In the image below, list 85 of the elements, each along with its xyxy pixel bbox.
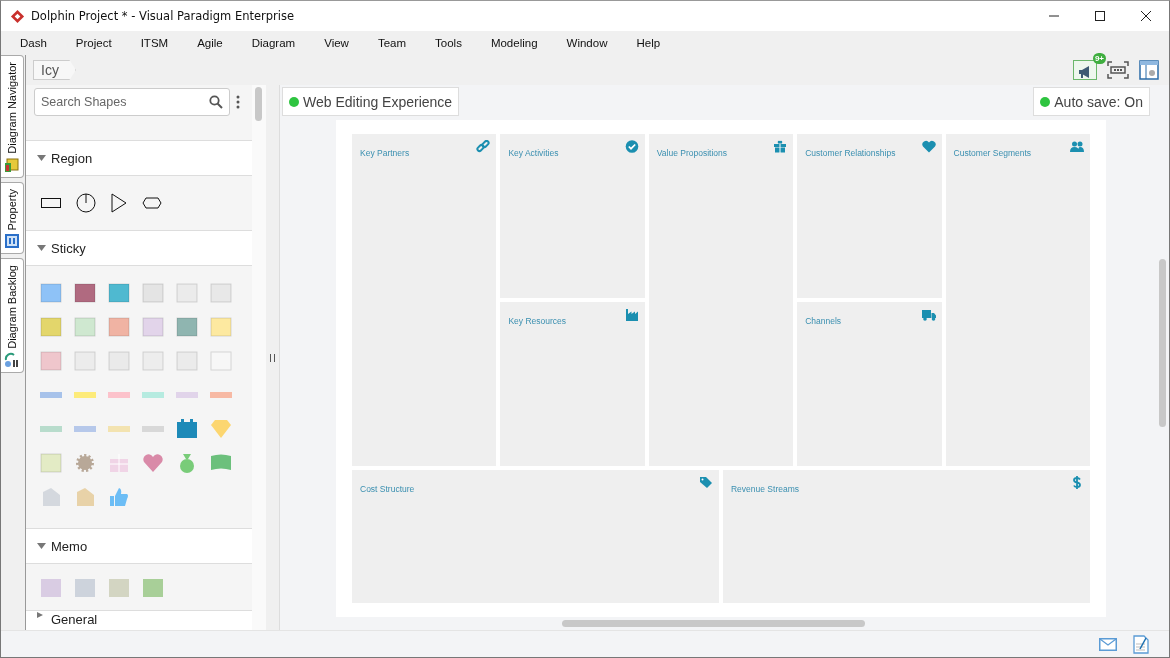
menu-item[interactable]: Diagram xyxy=(251,37,296,49)
menu-item[interactable]: Dash xyxy=(20,37,47,49)
search-icon[interactable] xyxy=(209,95,223,109)
status-pill[interactable]: Auto save: On xyxy=(1033,87,1150,116)
sticky-note-icon[interactable] xyxy=(74,283,96,303)
sticky-note-icon[interactable] xyxy=(108,283,130,303)
tag-icon[interactable] xyxy=(40,487,62,507)
splitter-handle[interactable] xyxy=(270,353,275,362)
palette-section-header[interactable]: Sticky xyxy=(26,230,252,266)
more-options-icon[interactable] xyxy=(236,95,240,109)
circle-shape-icon[interactable] xyxy=(76,193,96,213)
block-title: Key Activities xyxy=(508,148,559,158)
rectangle-shape-icon[interactable] xyxy=(41,197,61,209)
menu-item[interactable]: View xyxy=(324,37,349,49)
property-sheet-icon xyxy=(4,233,20,250)
window-title: Dolphin Project * - Visual Paradigm Enterprise xyxy=(31,9,295,23)
side-tab[interactable]: Diagram Navigator xyxy=(1,55,24,178)
truck-icon xyxy=(921,308,936,321)
maximize-icon[interactable] xyxy=(1094,10,1106,22)
block-title: Value Propositions xyxy=(656,148,728,158)
factory-icon xyxy=(624,308,639,321)
status-pill[interactable]: Web Editing Experience xyxy=(282,87,460,116)
menu-item[interactable]: Project xyxy=(75,37,112,49)
sticky-note-icon[interactable] xyxy=(176,317,198,337)
scrollbar-thumb[interactable] xyxy=(562,620,865,627)
gear-icon[interactable] xyxy=(74,453,96,473)
sticky-note-icon[interactable] xyxy=(108,317,130,337)
palette-section-header[interactable]: Memo xyxy=(26,528,252,564)
calendar-icon[interactable] xyxy=(176,419,198,439)
people-icon xyxy=(1070,140,1084,153)
menu-item[interactable]: Modeling xyxy=(490,37,538,49)
check-icon xyxy=(624,140,639,153)
menu-item[interactable]: Window xyxy=(566,37,608,49)
notification-badge: 9+ xyxy=(1092,53,1106,64)
heart-icon xyxy=(921,140,936,153)
fit-diagram-icon[interactable] xyxy=(1107,61,1129,79)
caret-icon[interactable] xyxy=(37,543,46,549)
block-title: Key Resources xyxy=(508,316,567,326)
status-label: Auto save: On xyxy=(1054,93,1143,110)
side-tab[interactable]: Diagram Backlog xyxy=(1,258,24,374)
memo-note-icon[interactable] xyxy=(74,578,96,598)
block-title: Customer Segments xyxy=(953,148,1032,158)
palette-section-header[interactable]: General xyxy=(26,610,252,630)
menu-item[interactable]: ITSM xyxy=(140,37,169,49)
dollar-icon xyxy=(1070,476,1084,489)
folder-stack-icon xyxy=(4,156,20,173)
block-title: Key Partners xyxy=(360,148,410,158)
backlog-icon xyxy=(4,352,20,369)
search-field[interactable]: Search Shapes xyxy=(34,88,230,116)
layout-panel-icon[interactable] xyxy=(1139,60,1159,80)
breadcrumb[interactable]: Icy xyxy=(33,60,76,80)
block-title: Channels xyxy=(805,316,842,326)
block-title: Customer Relationships xyxy=(805,148,896,158)
block-title: Revenue Streams xyxy=(731,484,800,494)
diamond-icon[interactable] xyxy=(210,419,232,439)
memo-note-icon[interactable] xyxy=(142,578,164,598)
close-icon[interactable] xyxy=(1140,10,1152,22)
mail-icon[interactable] xyxy=(1099,637,1117,651)
gift-icon xyxy=(773,140,788,153)
memo-note-icon[interactable] xyxy=(108,578,130,598)
menu-item[interactable]: Help xyxy=(636,37,661,49)
app-logo-icon xyxy=(10,8,25,24)
tag-icon xyxy=(699,476,713,489)
palette-section-header[interactable]: Region xyxy=(26,140,252,176)
caret-icon[interactable] xyxy=(37,245,46,251)
hexagon-shape-icon[interactable] xyxy=(142,197,162,209)
heart-icon[interactable] xyxy=(142,453,164,473)
tag-icon[interactable] xyxy=(74,487,96,507)
memo-note-icon[interactable] xyxy=(40,578,62,598)
thumbs-up-icon[interactable] xyxy=(108,487,130,507)
triangle-shape-icon[interactable] xyxy=(111,193,127,213)
block-title: Cost Structure xyxy=(360,484,415,494)
menu-item[interactable]: Tools xyxy=(435,37,462,49)
caret-icon[interactable] xyxy=(37,155,46,161)
announcement-button[interactable] xyxy=(1073,60,1097,80)
status-label: Web Editing Experience xyxy=(303,93,453,110)
menu-item[interactable]: Agile xyxy=(197,37,223,49)
scrollbar-thumb[interactable] xyxy=(1159,259,1166,427)
sticky-note-icon[interactable] xyxy=(40,283,62,303)
side-tab[interactable]: Property xyxy=(1,181,24,255)
link-icon xyxy=(476,140,491,153)
scrollbar-thumb[interactable] xyxy=(255,87,262,121)
document-edit-icon[interactable] xyxy=(1133,634,1149,654)
menu-item[interactable]: Team xyxy=(377,37,407,49)
flag-icon[interactable] xyxy=(210,453,232,473)
